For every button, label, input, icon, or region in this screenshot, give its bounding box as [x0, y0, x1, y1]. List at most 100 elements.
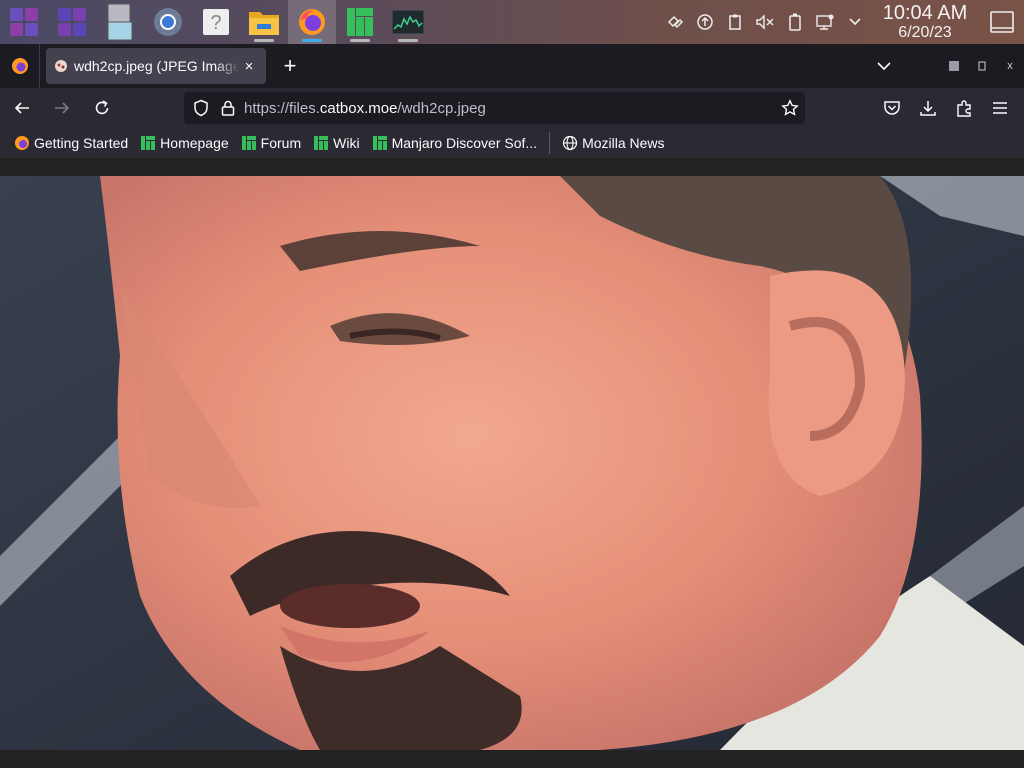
photo-closeup-face [0, 176, 1024, 750]
extensions-button[interactable] [946, 92, 982, 124]
back-button[interactable] [4, 92, 40, 124]
manjaro-icon [314, 136, 329, 150]
page-content [0, 158, 1024, 768]
system-tray: 10:04 AM 6/20/23 [660, 0, 1024, 44]
system-monitor-button[interactable] [384, 0, 432, 44]
tab-active[interactable]: wdh2cp.jpeg (JPEG Image... × [46, 48, 266, 84]
forward-arrow-icon [55, 102, 70, 114]
running-indicator [398, 39, 418, 42]
bookmark-manjaro-discover[interactable]: Manjaro Discover Sof... [368, 130, 542, 156]
back-arrow-icon [14, 102, 29, 114]
bookmark-label: Forum [260, 135, 302, 151]
clock-time: 10:04 AM [882, 2, 968, 24]
bookmark-mozilla-news[interactable]: Mozilla News [558, 130, 668, 156]
system-monitor-icon [391, 9, 425, 35]
folder-icon [249, 12, 279, 35]
bookmark-label: Mozilla News [582, 135, 665, 151]
file-manager-button[interactable] [240, 0, 288, 44]
system-settings-button[interactable] [96, 0, 144, 44]
manjaro-icon [241, 136, 256, 150]
firefox-icon [11, 58, 28, 74]
url-bar[interactable]: https://files.catbox.moe/wdh2cp.jpeg [184, 92, 805, 124]
help-button[interactable]: ? [192, 0, 240, 44]
bookmark-star-icon[interactable] [781, 99, 799, 117]
network-icon[interactable] [810, 0, 840, 44]
running-indicator [302, 39, 322, 42]
running-indicator [350, 39, 370, 42]
app-menu-button[interactable] [982, 92, 1018, 124]
hamburger-menu-icon [993, 102, 1007, 114]
settings-panel-icon [107, 3, 133, 41]
tab-strip-right: x [864, 44, 1024, 88]
bookmark-getting-started[interactable]: Getting Started [10, 130, 132, 156]
url-text[interactable]: https://files.catbox.moe/wdh2cp.jpeg [244, 100, 486, 117]
bookmarks-toolbar: Getting Started Homepage Forum Wiki Manj… [0, 128, 1024, 158]
url-prefix: https://files. [244, 99, 320, 117]
minimize-icon [949, 61, 959, 71]
manjaro-icon [372, 136, 387, 150]
image-favicon-icon [55, 60, 67, 72]
digital-clock[interactable]: 10:04 AM 6/20/23 [870, 3, 980, 41]
lock-icon[interactable] [220, 99, 236, 117]
close-window-button[interactable]: x [996, 44, 1024, 88]
help-icon: ? [203, 9, 229, 35]
tab-close-button[interactable]: × [240, 58, 258, 75]
navigation-toolbar: https://files.catbox.moe/wdh2cp.jpeg [0, 88, 1024, 128]
bookmark-label: Manjaro Discover Sof... [391, 135, 538, 151]
globe-icon [562, 135, 578, 151]
bookmark-label: Homepage [160, 135, 229, 151]
tracking-protection-shield-icon[interactable] [192, 99, 210, 117]
download-icon [920, 101, 936, 116]
volume-muted-icon[interactable] [750, 0, 780, 44]
manjaro-icon [347, 8, 373, 36]
bookmarks-separator [549, 132, 551, 154]
displayed-jpeg-image[interactable] [0, 176, 1024, 750]
new-tab-button[interactable]: + [272, 48, 308, 84]
updates-icon[interactable] [690, 0, 720, 44]
overview-button[interactable] [48, 0, 96, 44]
url-path: /wdh2cp.jpeg [397, 99, 486, 117]
reload-button[interactable] [84, 92, 120, 124]
bookmark-homepage[interactable]: Homepage [136, 130, 233, 156]
firefox-button[interactable] [288, 0, 336, 44]
show-desktop-icon [990, 11, 1014, 33]
app-grid-icon [10, 8, 38, 36]
bookmark-label: Getting Started [34, 135, 129, 151]
chevron-down-icon [877, 62, 891, 71]
url-host: catbox.moe [319, 99, 398, 117]
maximize-icon [978, 61, 986, 71]
clipboard-icon[interactable] [720, 0, 750, 44]
reload-icon [95, 100, 109, 115]
toolbar-right [874, 92, 1018, 124]
tab-title: wdh2cp.jpeg (JPEG Image... [74, 58, 240, 74]
maximize-button[interactable] [968, 44, 996, 88]
battery-icon[interactable] [780, 0, 810, 44]
chromium-icon [154, 8, 182, 36]
manjaro-icon [141, 136, 156, 150]
downloads-button[interactable] [910, 92, 946, 124]
tray-expand-chevron-icon[interactable] [840, 0, 870, 44]
manjaro-hello-button[interactable] [336, 0, 384, 44]
minimize-button[interactable] [940, 44, 968, 88]
bookmark-forum[interactable]: Forum [237, 130, 305, 156]
pocket-icon [884, 101, 900, 115]
forward-button[interactable] [44, 92, 80, 124]
taskbar-apps: ? [0, 0, 432, 44]
running-indicator [254, 39, 274, 42]
clock-date: 6/20/23 [898, 24, 952, 41]
bookmark-wiki[interactable]: Wiki [309, 130, 363, 156]
puzzle-piece-icon [957, 100, 971, 117]
svg-text:?: ? [210, 12, 221, 34]
list-all-tabs-button[interactable] [864, 44, 904, 88]
tab-strip: wdh2cp.jpeg (JPEG Image... × + x [0, 44, 1024, 88]
firefox-icon [15, 136, 29, 150]
pocket-button[interactable] [874, 92, 910, 124]
kde-connect-icon[interactable] [660, 0, 690, 44]
workspaces-icon [58, 8, 86, 36]
show-desktop-button[interactable] [980, 0, 1024, 44]
taskbar: ? 10:04 AM 6/20/23 [0, 0, 1024, 44]
bookmark-label: Wiki [333, 135, 360, 151]
firefox-view-button[interactable] [0, 44, 40, 88]
app-launcher-button[interactable] [0, 0, 48, 44]
chromium-button[interactable] [144, 0, 192, 44]
